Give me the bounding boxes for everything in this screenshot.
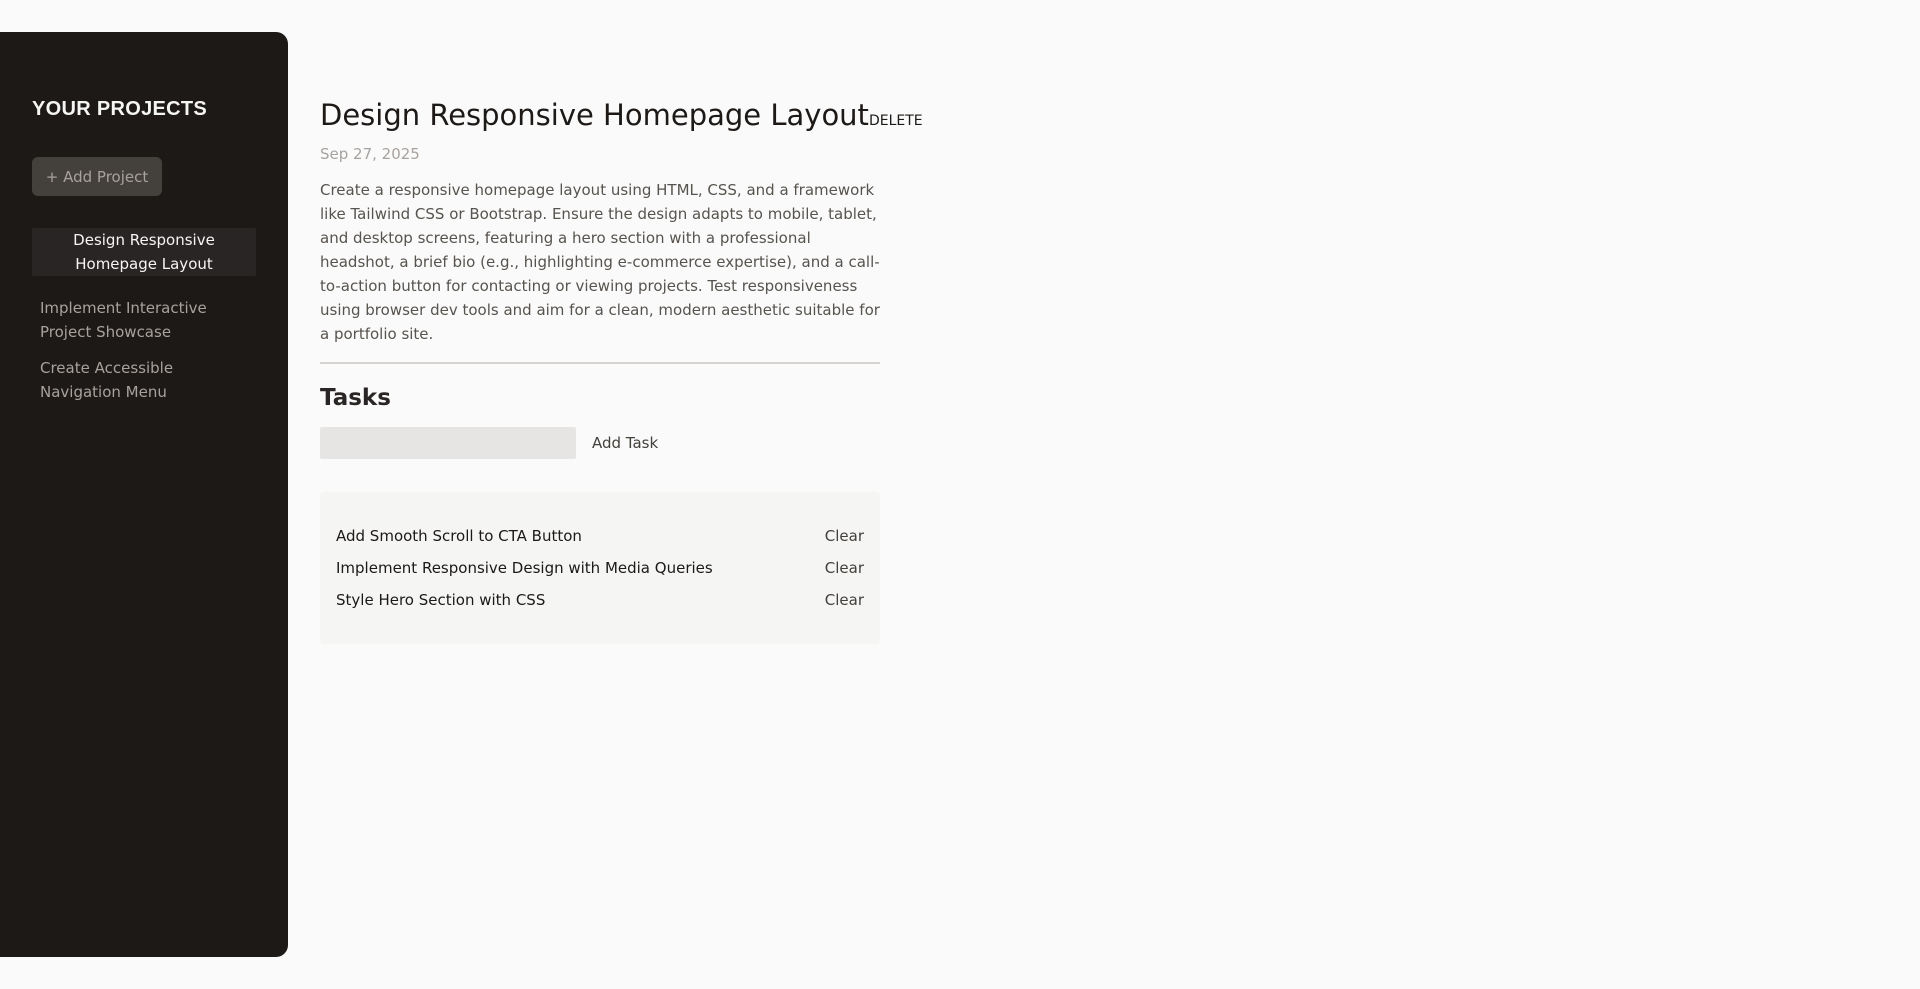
project-item[interactable]: Design Responsive Homepage Layout (32, 228, 256, 276)
task-text: Style Hero Section with CSS (336, 591, 546, 609)
project-title: Design Responsive Homepage Layout (320, 98, 869, 132)
project-list: Design Responsive Homepage Layout Implem… (32, 228, 256, 414)
sidebar: YOUR PROJECTS + Add Project Design Respo… (0, 32, 288, 957)
clear-task-button[interactable]: Clear (825, 527, 864, 545)
add-task-button[interactable]: Add Task (592, 434, 658, 452)
project-description: Create a responsive homepage layout usin… (320, 178, 880, 364)
clear-task-button[interactable]: Clear (825, 591, 864, 609)
task-input-row: Add Task (320, 427, 880, 459)
add-project-button[interactable]: + Add Project (32, 157, 162, 196)
sidebar-title: YOUR PROJECTS (32, 98, 208, 120)
task-list: Add Smooth Scroll to CTA Button Clear Im… (320, 492, 880, 644)
app-root: YOUR PROJECTS + Add Project Design Respo… (0, 0, 1920, 989)
task-item: Add Smooth Scroll to CTA Button Clear (336, 524, 864, 548)
delete-button[interactable]: DELETE (869, 113, 923, 129)
project-detail: Design Responsive Homepage Layout DELETE… (320, 98, 923, 644)
task-text: Add Smooth Scroll to CTA Button (336, 527, 582, 545)
project-header: Design Responsive Homepage Layout DELETE (320, 98, 923, 132)
task-item: Implement Responsive Design with Media Q… (336, 556, 864, 580)
task-item: Style Hero Section with CSS Clear (336, 588, 864, 612)
project-date: Sep 27, 2025 (320, 145, 420, 163)
tasks-section: Tasks Add Task Add Smooth Scroll to CTA … (320, 384, 880, 644)
tasks-title: Tasks (320, 385, 391, 411)
project-item[interactable]: Implement Interactive Project Showcase (32, 294, 256, 346)
task-text: Implement Responsive Design with Media Q… (336, 559, 713, 577)
clear-task-button[interactable]: Clear (825, 559, 864, 577)
project-item[interactable]: Create Accessible Navigation Menu (32, 354, 256, 406)
task-input[interactable] (320, 427, 576, 459)
